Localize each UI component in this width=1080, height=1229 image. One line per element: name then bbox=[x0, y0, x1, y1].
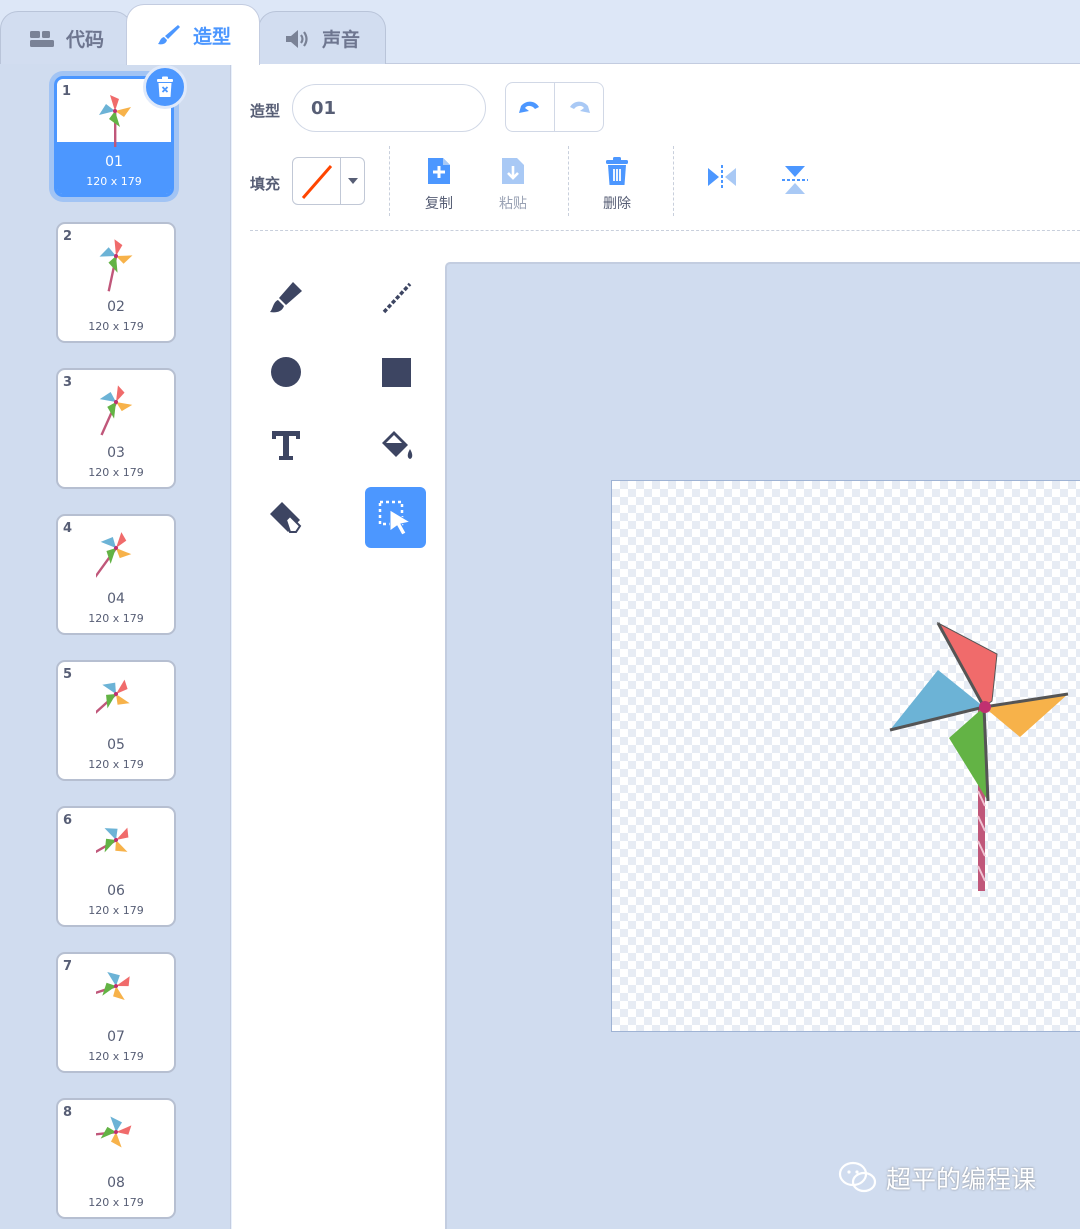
pinwheel-thumbnail bbox=[96, 818, 136, 872]
costume-name: 04 bbox=[107, 591, 125, 607]
tab-sounds[interactable]: 声音 bbox=[258, 11, 386, 65]
watermark-text: 超平的编程课 bbox=[886, 1165, 1037, 1194]
flip-horizontal-button[interactable] bbox=[692, 164, 752, 194]
tab-code[interactable]: 代码 bbox=[0, 11, 132, 65]
brush-tool[interactable] bbox=[255, 267, 316, 328]
costume-size: 120 x 179 bbox=[88, 320, 144, 333]
costume-item[interactable]: 5 05 120 x 179 bbox=[56, 660, 176, 781]
costume-number: 8 bbox=[63, 1105, 73, 1120]
costume-number: 1 bbox=[62, 84, 72, 99]
tab-costumes-label: 造型 bbox=[192, 25, 231, 48]
brush-icon bbox=[269, 281, 302, 312]
drawing-canvas[interactable] bbox=[611, 480, 1080, 1032]
costume-item[interactable]: 7 07 120 x 179 bbox=[56, 952, 176, 1073]
wechat-icon bbox=[838, 1161, 877, 1193]
paintbrush-icon bbox=[155, 23, 183, 47]
costume-item[interactable]: 8 08 120 x 179 bbox=[56, 1098, 176, 1219]
costume-item[interactable]: 2 02 120 x 179 bbox=[56, 222, 176, 343]
costume-name-label: 造型 bbox=[250, 102, 281, 120]
eraser-icon bbox=[269, 501, 301, 533]
fill-color-picker[interactable] bbox=[292, 157, 365, 205]
flip-horizontal-icon bbox=[708, 165, 736, 189]
paint-editor: 造型 填充 复制 粘贴 删除 bbox=[232, 64, 1080, 1229]
editor-tab-bar: 代码 造型 声音 bbox=[0, 0, 1080, 65]
undo-icon bbox=[519, 101, 539, 113]
costume-item[interactable]: 3 03 120 x 179 bbox=[56, 368, 176, 489]
pinwheel-thumbnail bbox=[96, 965, 136, 1013]
costume-item[interactable]: 1 01 120 x 179 bbox=[54, 65, 187, 197]
costume-name: 02 bbox=[107, 299, 125, 315]
circle-icon bbox=[270, 356, 301, 387]
eraser-tool[interactable] bbox=[255, 487, 316, 548]
redo-icon bbox=[570, 101, 590, 113]
text-tool[interactable] bbox=[255, 414, 316, 475]
pinwheel-thumbnail bbox=[96, 526, 136, 586]
pinwheel-thumbnail bbox=[96, 1114, 134, 1152]
costume-number: 2 bbox=[63, 229, 73, 244]
pinwheel-thumbnail bbox=[96, 380, 136, 440]
tab-costumes[interactable]: 造型 bbox=[126, 4, 260, 65]
text-icon bbox=[271, 430, 300, 460]
select-icon bbox=[378, 500, 411, 536]
speaker-icon bbox=[284, 27, 312, 51]
costume-size: 120 x 179 bbox=[88, 612, 144, 625]
line-icon bbox=[382, 282, 411, 313]
code-blocks-icon bbox=[28, 27, 56, 51]
line-tool[interactable] bbox=[365, 267, 426, 328]
costume-item[interactable]: 6 06 120 x 179 bbox=[56, 806, 176, 927]
costume-name-input[interactable] bbox=[292, 84, 486, 132]
costume-size: 120 x 179 bbox=[88, 904, 144, 917]
costume-number: 5 bbox=[63, 667, 73, 682]
rectangle-tool[interactable] bbox=[365, 341, 426, 402]
costume-number: 4 bbox=[63, 521, 73, 536]
costume-number: 3 bbox=[63, 375, 73, 390]
costume-number: 6 bbox=[63, 813, 73, 828]
undo-redo-group bbox=[505, 82, 604, 132]
canvas-area[interactable] bbox=[445, 262, 1080, 1229]
circle-tool[interactable] bbox=[255, 341, 316, 402]
pinwheel-costume[interactable] bbox=[612, 481, 1080, 1032]
pinwheel-thumbnail bbox=[96, 237, 135, 294]
copy-button[interactable]: 复制 bbox=[409, 152, 469, 213]
costume-name: 01 bbox=[105, 154, 123, 170]
trash-icon bbox=[587, 152, 647, 186]
redo-button[interactable] bbox=[555, 83, 603, 131]
tab-code-label: 代码 bbox=[65, 29, 104, 51]
fill-bucket-icon bbox=[381, 430, 412, 459]
costume-size: 120 x 179 bbox=[88, 1196, 144, 1209]
costume-item[interactable]: 4 04 120 x 179 bbox=[56, 514, 176, 635]
fill-color-swatch bbox=[293, 158, 341, 204]
flip-vertical-button[interactable] bbox=[765, 164, 825, 200]
costume-size: 120 x 179 bbox=[88, 758, 144, 771]
costume-name: 08 bbox=[107, 1175, 125, 1191]
fill-tool[interactable] bbox=[365, 414, 426, 475]
delete-button[interactable]: 删除 bbox=[587, 152, 647, 213]
fill-label: 填充 bbox=[250, 175, 281, 193]
paste-icon bbox=[483, 152, 543, 186]
trash-icon bbox=[157, 76, 173, 97]
delete-costume-button[interactable] bbox=[143, 65, 187, 109]
costume-size: 120 x 179 bbox=[88, 1050, 144, 1063]
undo-button[interactable] bbox=[506, 83, 555, 131]
tab-sounds-label: 声音 bbox=[321, 29, 360, 51]
watermark: 超平的编程课 bbox=[838, 1160, 1036, 1196]
costume-size: 120 x 179 bbox=[88, 466, 144, 479]
select-tool[interactable] bbox=[365, 487, 426, 548]
costume-list: 1 01 120 x 179 2 02 120 x 179 3 03 120 x… bbox=[0, 64, 231, 1229]
costume-name: 05 bbox=[107, 737, 125, 753]
copy-icon bbox=[409, 152, 469, 186]
rectangle-icon bbox=[381, 357, 411, 387]
costume-size: 120 x 179 bbox=[86, 175, 142, 188]
chevron-down-icon bbox=[341, 158, 364, 204]
flip-vertical-icon bbox=[782, 166, 808, 194]
paste-button[interactable]: 粘贴 bbox=[483, 152, 543, 213]
costume-number: 7 bbox=[63, 959, 73, 974]
costume-name: 06 bbox=[107, 883, 125, 899]
pinwheel-thumbnail bbox=[99, 95, 131, 147]
pinwheel-thumbnail bbox=[96, 672, 136, 730]
costume-name: 03 bbox=[107, 445, 125, 461]
costume-name: 07 bbox=[107, 1029, 125, 1045]
